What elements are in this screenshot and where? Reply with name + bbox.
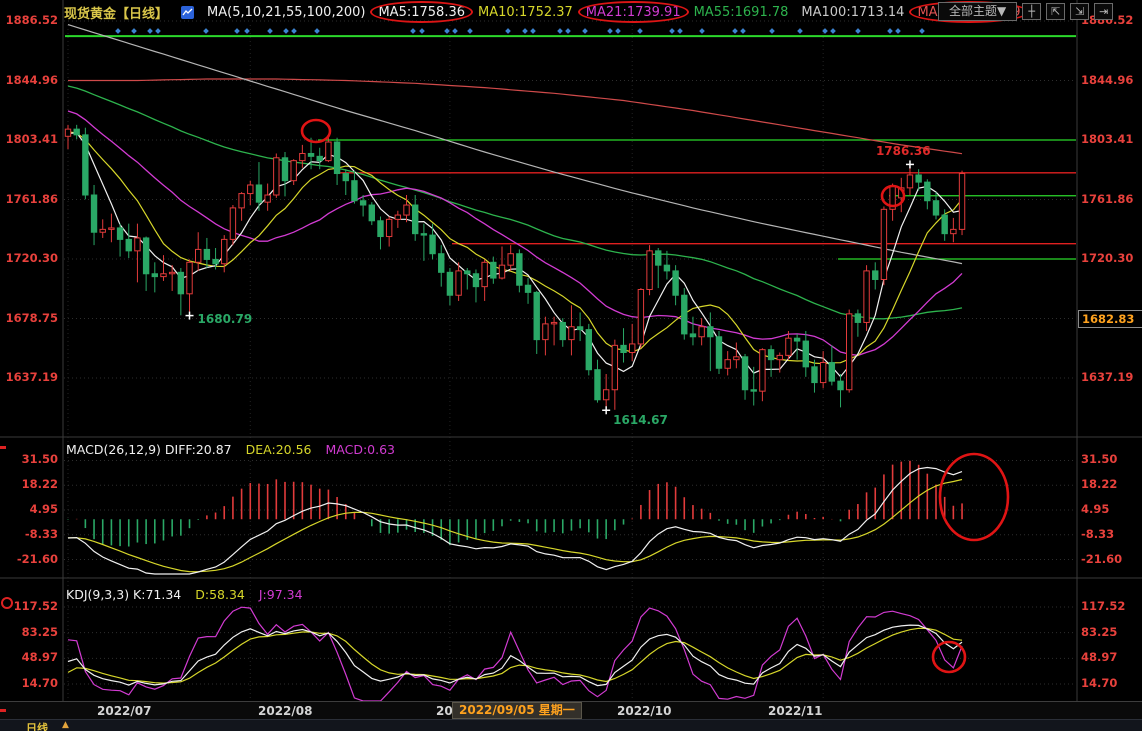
price-axis-label: 1637.19 (1081, 371, 1133, 384)
price-axis-label: 1637.19 (2, 371, 58, 384)
kdj-k-label: KDJ(9,3,3) K:71.34 (66, 587, 181, 602)
macd-dea-label: DEA:20.56 (246, 442, 312, 457)
pane-right-icon[interactable]: ⇲ (1070, 3, 1089, 20)
time-axis-label: 2022/10 (617, 704, 671, 718)
crosshair-tool-icon[interactable]: ┼ (1022, 3, 1041, 20)
macd-axis-label: -8.33 (1081, 528, 1114, 541)
price-axis-label: 1886.52 (2, 14, 58, 27)
trading-terminal: 日线 ▲ 现货黄金【日线】 MA(5,10,21,55,100,200) MA5… (0, 0, 1142, 731)
macd-macd-label: MACD:0.63 (325, 442, 395, 457)
kdj-axis-label: 83.25 (2, 626, 58, 639)
kdj-axis-label: 48.97 (2, 651, 58, 664)
period-arrow-icon[interactable]: ▲ (62, 720, 69, 730)
kdj-axis-label: 83.25 (1081, 626, 1117, 639)
macd-axis-label: -21.60 (1081, 553, 1122, 566)
kdj-j-label: J:97.34 (259, 587, 303, 602)
kline-icon[interactable] (181, 6, 194, 19)
price-chart[interactable] (0, 0, 1142, 731)
ma21-value: MA21:1739.91 (586, 5, 681, 20)
macd-diff-label: MACD(26,12,9) DIFF:20.87 (66, 442, 232, 457)
chart-header: 现货黄金【日线】 MA(5,10,21,55,100,200) MA5:1758… (64, 3, 1021, 22)
swing-low-label: 1614.67 (613, 413, 668, 427)
kdj-d-label: D:58.34 (195, 587, 245, 602)
instrument-title: 现货黄金【日线】 (64, 3, 168, 22)
time-axis-label: 2022/07 (97, 704, 151, 718)
macd-axis-label: 31.50 (2, 453, 58, 466)
time-axis-label: 2022/11 (768, 704, 822, 718)
crosshair-price-badge: 1682.83 (1078, 310, 1142, 328)
macd-axis-label: 4.95 (1081, 503, 1109, 516)
period-tag: 【日线】 (116, 7, 168, 22)
price-axis-label: 1803.41 (2, 133, 58, 146)
ma100-value: MA100:1713.14 (801, 5, 904, 20)
theme-select-button[interactable]: 全部主题▼ (938, 2, 1017, 21)
macd-axis-label: -21.60 (2, 553, 58, 566)
price-axis-label: 1678.75 (2, 312, 58, 325)
macd-edge-tick (0, 446, 6, 449)
kdj-indicator-icon[interactable] (1, 597, 13, 609)
price-axis-label: 1720.30 (2, 252, 58, 265)
ma5-value: MA5:1758.36 (378, 5, 465, 20)
kdj-axis-label: 117.52 (1081, 600, 1125, 613)
price-axis-label: 1761.86 (2, 193, 58, 206)
instrument-name: 现货黄金 (64, 7, 116, 22)
macd-axis-label: 18.22 (2, 478, 58, 491)
axis-edge-tick (0, 709, 6, 712)
kdj-axis-label: 14.70 (2, 677, 58, 690)
swing-low-label: 1680.79 (198, 312, 253, 326)
price-axis-label: 1803.41 (1081, 133, 1133, 146)
macd-axis-label: -8.33 (2, 528, 58, 541)
ma-settings-label[interactable]: MA(5,10,21,55,100,200) (207, 5, 365, 20)
ma55-value: MA55:1691.78 (694, 5, 789, 20)
kdj-axis-label: 14.70 (1081, 677, 1117, 690)
ma10-value: MA10:1752.37 (478, 5, 573, 20)
kdj-header: KDJ(9,3,3) K:71.34 D:58.34 J:97.34 (66, 587, 303, 602)
collapse-right-icon[interactable]: ⇥ (1094, 3, 1113, 20)
chart-toolbar: 全部主题▼ ┼ ⇱ ⇲ ⇥ (938, 2, 1113, 21)
period-selector[interactable]: 日线 (26, 720, 48, 731)
price-axis-label: 1844.96 (2, 74, 58, 87)
macd-header: MACD(26,12,9) DIFF:20.87 DEA:20.56 MACD:… (66, 442, 395, 457)
price-axis-label: 1761.86 (1081, 193, 1133, 206)
kdj-axis-label: 48.97 (1081, 651, 1117, 664)
status-bar: 日线 ▲ (0, 719, 1142, 731)
macd-axis-label: 18.22 (1081, 478, 1117, 491)
price-axis-label: 1720.30 (1081, 252, 1133, 265)
macd-axis-label: 31.50 (1081, 453, 1117, 466)
pane-left-icon[interactable]: ⇱ (1046, 3, 1065, 20)
swing-high-label: 1786.36 (876, 144, 931, 158)
time-axis-label: 2022/08 (258, 704, 312, 718)
crosshair-date-badge: 2022/09/05 星期一 (452, 702, 582, 719)
macd-axis-label: 4.95 (2, 503, 58, 516)
price-axis-label: 1844.96 (1081, 74, 1133, 87)
